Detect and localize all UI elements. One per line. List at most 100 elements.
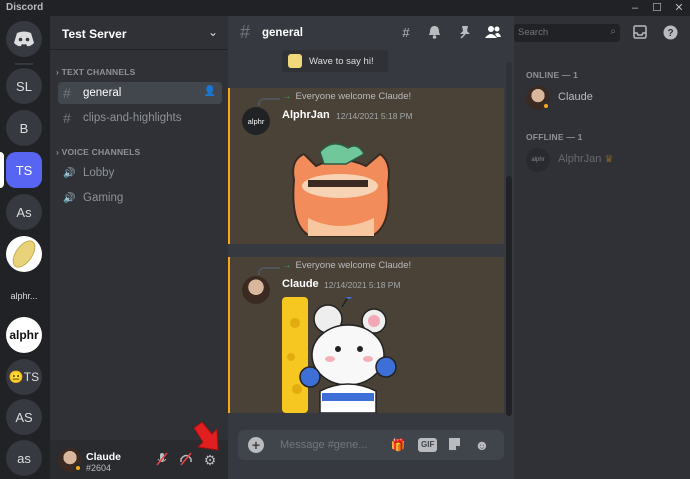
- speaker-icon: 🔊: [63, 167, 76, 179]
- sticker-icon[interactable]: [446, 437, 462, 453]
- voice-channel-lobby[interactable]: 🔊 Lobby: [58, 162, 222, 184]
- server-label: as: [17, 450, 31, 466]
- message-item: → Everyone welcome Claude! Claude 12/14/2…: [228, 257, 504, 413]
- system-message: → Everyone welcome Claude!: [282, 91, 411, 102]
- close-button[interactable]: ✕: [668, 0, 690, 16]
- server-label: SL: [16, 78, 32, 94]
- message-composer[interactable]: + Message #gene... 🎁 GIF ☻: [238, 430, 504, 460]
- message-input[interactable]: Message #gene...: [280, 439, 367, 451]
- status-idle-icon: [74, 464, 82, 472]
- member-name-text: AlphrJan: [558, 153, 602, 165]
- author-avatar[interactable]: [242, 276, 270, 304]
- system-text: Everyone welcome Claude!: [295, 91, 412, 102]
- join-arrow-icon: →: [282, 260, 292, 271]
- status-idle-icon: [542, 102, 550, 110]
- message-timestamp: 12/14/2021 5:18 PM: [336, 111, 413, 121]
- member-list-icon[interactable]: [485, 25, 501, 41]
- home-button[interactable]: [6, 21, 42, 57]
- hash-icon: #: [63, 110, 71, 126]
- gif-button[interactable]: GIF: [418, 438, 438, 452]
- server-as-3[interactable]: as: [6, 440, 42, 476]
- offline-heading: OFFLINE — 1: [526, 132, 583, 142]
- message-item: → Everyone welcome Claude! alphr AlphrJan…: [228, 88, 504, 244]
- avatar-text: alphr: [531, 157, 545, 163]
- speaker-icon: 🔊: [63, 192, 76, 204]
- channel-title: general: [262, 27, 303, 39]
- channel-label: clips-and-highlights: [83, 112, 182, 124]
- system-text: Everyone welcome Claude!: [295, 260, 412, 271]
- channel-sidebar: Test Server ⌄ › TEXT CHANNELS # general …: [50, 16, 228, 479]
- chevron-down-icon: ⌄: [207, 25, 218, 39]
- wave-label: Wave to say hi!: [309, 55, 374, 67]
- inbox-icon[interactable]: [632, 25, 648, 41]
- sticker-orange-cat-image: [292, 143, 390, 237]
- server-label: alphr...: [10, 291, 38, 301]
- member-avatar: alphr: [526, 148, 550, 172]
- user-settings-gear-icon[interactable]: ⚙: [202, 452, 218, 468]
- server-as[interactable]: As: [6, 194, 42, 230]
- author-avatar[interactable]: alphr: [242, 107, 270, 135]
- server-rail: SL B TS As alphr... alphr 😐TS AS as: [0, 16, 50, 479]
- search-icon: ⌕: [610, 26, 616, 37]
- server-emoji-ts[interactable]: 😐TS: [6, 359, 42, 395]
- category-text-channels[interactable]: › TEXT CHANNELS: [56, 67, 136, 77]
- active-server-pill: [0, 152, 4, 188]
- add-attachment-icon[interactable]: +: [248, 437, 264, 453]
- channel-clips-and-highlights[interactable]: # clips-and-highlights: [58, 107, 222, 129]
- minimize-button[interactable]: –: [624, 0, 646, 16]
- server-as-2[interactable]: AS: [6, 399, 42, 435]
- search-input[interactable]: Search: [518, 27, 548, 38]
- server-b[interactable]: B: [6, 110, 42, 146]
- server-pill-image[interactable]: [6, 236, 42, 272]
- category-label: TEXT CHANNELS: [61, 67, 136, 77]
- wave-button[interactable]: Wave to say hi!: [282, 50, 388, 72]
- message-scrollbar-thumb[interactable]: [506, 176, 512, 416]
- wave-sticker-icon: [288, 54, 302, 68]
- maximize-button[interactable]: ☐: [646, 0, 668, 16]
- author-name[interactable]: AlphrJan: [282, 109, 330, 121]
- author-name[interactable]: Claude: [282, 278, 319, 290]
- invite-icon[interactable]: 👤: [204, 86, 216, 97]
- discord-window: Discord – ☐ ✕ SL B TS As alphr... alphr …: [0, 0, 690, 479]
- channel-label: Gaming: [83, 192, 124, 204]
- server-label: AS: [15, 409, 33, 425]
- avatar-text: alphr: [247, 116, 265, 126]
- channel-general[interactable]: # general 👤: [58, 82, 222, 104]
- join-arrow-icon: →: [282, 91, 292, 102]
- sticker-mouse-cheese-image: [282, 297, 397, 413]
- pill-icon: [12, 240, 36, 268]
- message-list: Wave to say hi! → Everyone welcome Claude…: [228, 50, 514, 428]
- title-bar: Discord – ☐ ✕: [0, 0, 690, 16]
- member-name: Claude: [558, 91, 593, 103]
- category-voice-channels[interactable]: › VOICE CHANNELS: [56, 147, 140, 157]
- reply-connector: [258, 267, 280, 275]
- deafen-headphones-icon[interactable]: [178, 452, 194, 468]
- server-label: 😐TS: [8, 370, 40, 384]
- voice-channel-gaming[interactable]: 🔊 Gaming: [58, 187, 222, 209]
- threads-icon[interactable]: #: [398, 25, 414, 41]
- server-alphr[interactable]: alphr: [6, 317, 42, 353]
- system-message: → Everyone welcome Claude!: [282, 260, 411, 271]
- server-label: As: [16, 204, 32, 220]
- gift-icon[interactable]: 🎁: [390, 437, 406, 453]
- user-tag: #2604: [86, 463, 112, 473]
- server-name: Test Server: [62, 27, 127, 41]
- member-name: AlphrJan ♛: [558, 153, 613, 165]
- category-label: VOICE CHANNELS: [61, 147, 141, 157]
- help-icon[interactable]: ?: [662, 25, 678, 41]
- server-label: alphr: [9, 328, 39, 342]
- pin-icon[interactable]: [456, 25, 472, 41]
- server-alphr-text[interactable]: alphr...: [6, 278, 42, 314]
- channel-label: Lobby: [83, 167, 115, 179]
- emoji-icon[interactable]: ☻: [474, 437, 490, 453]
- notification-bell-icon[interactable]: [426, 25, 442, 41]
- server-ts[interactable]: TS: [6, 152, 42, 188]
- server-label: B: [19, 120, 29, 136]
- server-header[interactable]: Test Server ⌄: [50, 16, 228, 50]
- hash-icon: #: [63, 85, 71, 101]
- reply-connector: [258, 98, 280, 106]
- mute-microphone-icon[interactable]: [154, 452, 170, 468]
- search-box[interactable]: Search ⌕: [514, 24, 620, 42]
- server-sl[interactable]: SL: [6, 68, 42, 104]
- server-label: TS: [15, 162, 33, 178]
